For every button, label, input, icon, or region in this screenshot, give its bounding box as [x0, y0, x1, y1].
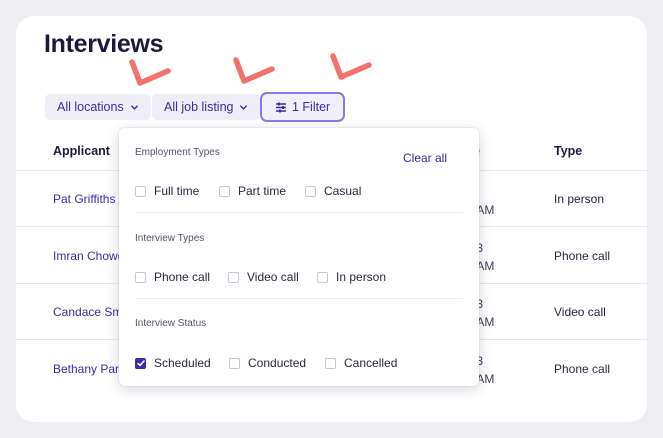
- checkbox-label: Video call: [247, 270, 299, 284]
- checkbox-box-checked[interactable]: [135, 357, 146, 369]
- filter-dropdown-panel: Employment Types Clear all Full time Par…: [119, 128, 479, 386]
- checkmark-annotation-icon: [233, 56, 275, 86]
- checkbox-box[interactable]: [229, 357, 240, 369]
- checkbox-scheduled[interactable]: Scheduled: [135, 356, 211, 370]
- checkbox-cancelled[interactable]: Cancelled: [325, 356, 397, 370]
- checkbox-label: Casual: [324, 184, 362, 198]
- checkbox-label: Phone call: [154, 270, 211, 284]
- type-cell: Phone call: [554, 249, 611, 263]
- checkbox-box[interactable]: [219, 185, 230, 197]
- checkbox-phone-call[interactable]: Phone call: [135, 270, 210, 284]
- checkbox-label: Full time: [154, 184, 200, 198]
- sliders-icon: [276, 102, 286, 112]
- checkbox-part-time[interactable]: Part time: [219, 184, 286, 198]
- applicant-name-link[interactable]: Candace Smy: [53, 305, 128, 319]
- section-title-interview-status: Interview Status: [135, 318, 207, 329]
- filter-label: 1 Filter: [292, 100, 331, 114]
- applicant-name-link[interactable]: Pat Griffiths: [53, 192, 115, 206]
- section-title-interview-types: Interview Types: [135, 233, 205, 244]
- type-cell: Phone call: [554, 362, 611, 376]
- chevron-down-icon: [240, 104, 248, 110]
- column-header-applicant[interactable]: Applicant: [53, 144, 110, 158]
- all-job-listing-dropdown[interactable]: All job listing: [152, 94, 261, 120]
- checkbox-box[interactable]: [317, 271, 328, 283]
- checkbox-full-time[interactable]: Full time: [135, 184, 199, 198]
- checkbox-in-person[interactable]: In person: [317, 270, 386, 284]
- applicant-name-link[interactable]: Imran Chowd: [53, 249, 124, 263]
- checkbox-video-call[interactable]: Video call: [228, 270, 299, 284]
- filter-button[interactable]: 1 Filter: [260, 92, 346, 122]
- checkbox-casual[interactable]: Casual: [305, 184, 361, 198]
- section-divider: [135, 212, 463, 213]
- check-icon: [136, 359, 145, 366]
- applicant-name-link[interactable]: Bethany Park: [53, 362, 125, 376]
- chevron-down-icon: [130, 104, 138, 110]
- checkbox-label: Part time: [238, 184, 287, 198]
- column-header-type[interactable]: Type: [554, 144, 582, 158]
- checkbox-box[interactable]: [135, 271, 146, 283]
- checkbox-label: Scheduled: [154, 356, 211, 370]
- checkbox-box[interactable]: [325, 357, 336, 369]
- type-cell: In person: [554, 192, 605, 206]
- type-cell: Video call: [554, 305, 606, 319]
- checkmark-annotation-icon: [129, 58, 171, 88]
- section-divider: [135, 298, 463, 299]
- section-title-employment-types: Employment Types: [135, 147, 220, 158]
- checkbox-box[interactable]: [305, 185, 316, 197]
- checkbox-box[interactable]: [228, 271, 239, 283]
- page-title: Interviews: [44, 30, 164, 58]
- all-job-listing-label: All job listing: [164, 100, 234, 114]
- checkbox-label: In person: [336, 270, 387, 284]
- all-locations-label: All locations: [57, 100, 124, 114]
- checkbox-label: Conducted: [248, 356, 307, 370]
- checkmark-annotation-icon: [330, 52, 372, 82]
- checkbox-conducted[interactable]: Conducted: [229, 356, 306, 370]
- checkbox-label: Cancelled: [344, 356, 398, 370]
- clear-all-button[interactable]: Clear all: [403, 151, 447, 165]
- all-locations-dropdown[interactable]: All locations: [45, 94, 151, 120]
- checkbox-box[interactable]: [135, 185, 146, 197]
